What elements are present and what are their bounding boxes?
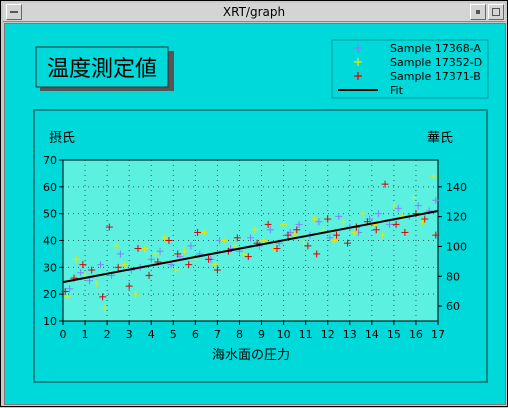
x-tick-label: 15 [387,328,401,341]
legend-label: Sample 17352-D [390,56,482,69]
y-tick-label: 10 [43,315,57,328]
x-tick-label: 10 [277,328,291,341]
x-tick-label: 5 [170,328,177,341]
x-tick-label: 6 [192,328,199,341]
app-window: XRT/graph 温度測定値 Sample 17368-A Sample 173… [0,0,508,407]
y2-tick-label: 100 [446,240,467,253]
minimize-button[interactable] [470,4,486,20]
y-tick-label: 20 [43,288,57,301]
x-axis-label: 海水面の圧力 [212,348,290,363]
chart-svg: 温度測定値 Sample 17368-ASample 17352-DSample… [33,39,489,383]
chart-title: 温度測定値 [47,57,157,82]
y-tick-label: 40 [43,235,57,248]
x-tick-label: 4 [148,328,155,341]
y2-tick-label: 60 [446,300,460,313]
legend-label: Fit [390,84,404,97]
x-tick-label: 7 [214,328,221,341]
y-tick-label: 60 [43,181,57,194]
maximize-icon [492,8,500,16]
y-tick-label: 70 [43,154,57,167]
maximize-button[interactable] [488,4,504,20]
y2-axis-label: 華氏 [427,131,453,146]
x-tick-label: 13 [343,328,357,341]
x-tick-label: 17 [431,328,445,341]
x-tick-label: 0 [60,328,67,341]
graph-area: 温度測定値 Sample 17368-A Sample 17352-D Sample… [4,23,506,405]
x-tick-label: 2 [104,328,111,341]
x-tick-label: 3 [126,328,133,341]
y-tick-label: 50 [43,208,57,221]
x-tick-label: 14 [365,328,379,341]
y2-tick-label: 140 [446,181,467,194]
legend-label: Sample 17368-A [390,42,481,55]
window-title: XRT/graph [222,5,286,19]
y-axis-label: 摂氏 [49,130,75,146]
x-tick-label: 11 [299,328,313,341]
x-tick-label: 9 [258,328,265,341]
legend-label: Sample 17371-B [390,70,481,83]
y2-tick-label: 80 [446,270,460,283]
title-bar[interactable]: XRT/graph [3,3,505,22]
x-tick-label: 16 [409,328,423,341]
y-tick-label: 30 [43,261,57,274]
minimize-icon [476,10,480,14]
x-tick-label: 1 [82,328,89,341]
x-tick-label: 12 [321,328,335,341]
y2-tick-label: 120 [446,211,467,224]
x-tick-label: 8 [236,328,243,341]
